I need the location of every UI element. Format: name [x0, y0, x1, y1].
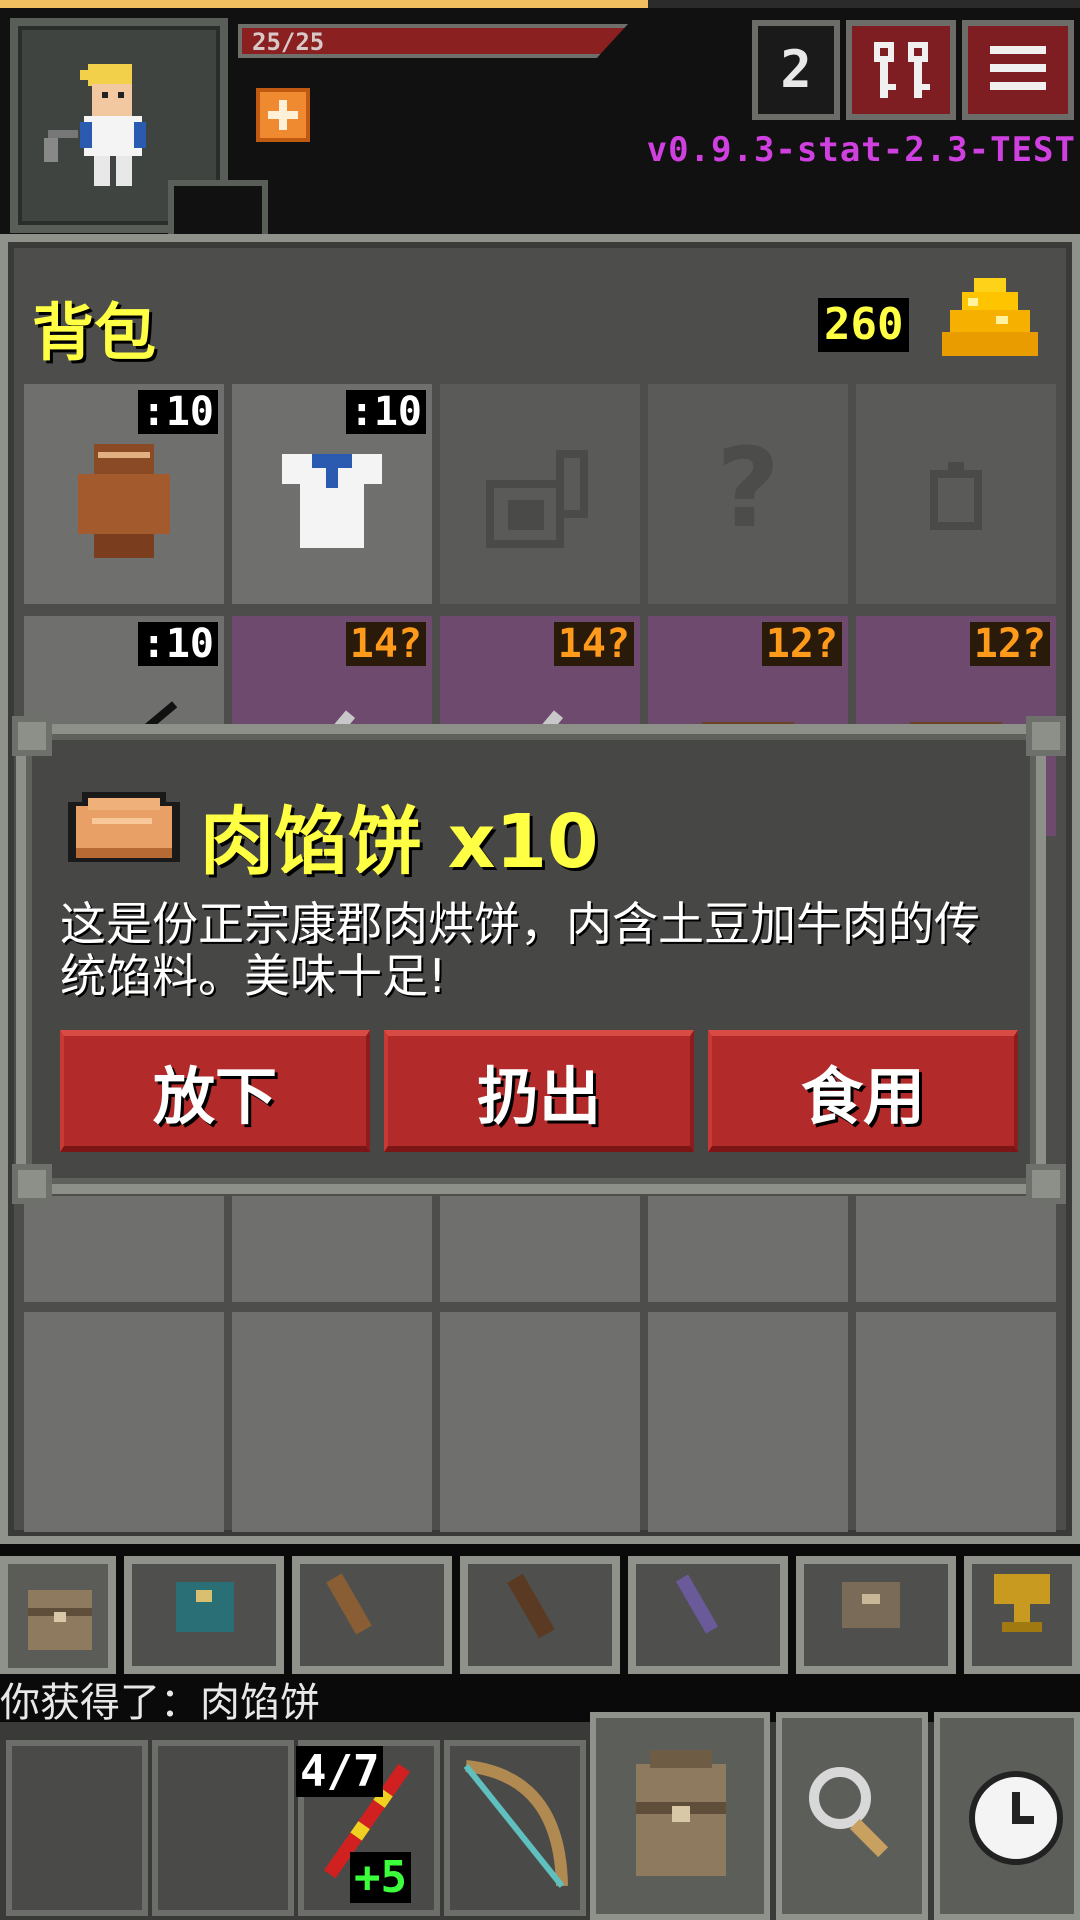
- backpack-title: 背包: [32, 296, 157, 369]
- experience-bar: [0, 0, 648, 8]
- search-icon: [809, 1767, 889, 1858]
- inventory-slot-empty[interactable]: [648, 1196, 848, 1302]
- bow-icon: [463, 1760, 568, 1888]
- inventory-slot-empty[interactable]: [24, 1196, 224, 1302]
- empty-misc-slot-icon: ?: [716, 424, 780, 552]
- drop-button[interactable]: 放下: [60, 1030, 370, 1152]
- gold-count: 260: [818, 298, 910, 352]
- gloves-icon: [78, 444, 170, 558]
- inventory-slot-empty[interactable]: [232, 1196, 432, 1302]
- slot-level-label: :10: [137, 622, 218, 666]
- empty-artifact-slot-icon: [486, 450, 588, 548]
- inventory-slot-gloves[interactable]: :10: [24, 384, 224, 604]
- cloth-armor-icon: [282, 454, 382, 548]
- version-label: v0.9.3-stat-2.3-TEST: [646, 130, 1076, 170]
- inventory-slot-ring-empty[interactable]: [856, 384, 1056, 604]
- tab-backpack[interactable]: [0, 1556, 116, 1676]
- tab-velvet-pouch[interactable]: [796, 1556, 956, 1674]
- quickslot-bonus-label: +5: [350, 1852, 411, 1903]
- inventory-button[interactable]: [590, 1712, 770, 1920]
- slot-strength-label: 14?: [345, 622, 426, 666]
- slot-strength-label: 12?: [969, 622, 1050, 666]
- experience-bar-track: [648, 0, 1080, 8]
- gold-pile-icon: [942, 278, 1038, 356]
- inventory-slot-misc-empty[interactable]: ?: [648, 384, 848, 604]
- inventory-slot-empty[interactable]: [24, 1312, 224, 1532]
- inventory-slot-empty[interactable]: [232, 1312, 432, 1532]
- item-title: 肉馅饼 x10: [200, 799, 599, 885]
- trophy-tab-icon: [994, 1574, 1050, 1632]
- potion-bandolier-tab-icon: [675, 1574, 719, 1634]
- throw-button[interactable]: 扔出: [384, 1030, 694, 1152]
- item-description: 这是份正宗康郡肉烘饼，内含土豆加牛肉的传统馅料。美味十足!: [60, 897, 980, 1003]
- backpack-tab-icon: [28, 1590, 92, 1650]
- wait-clock-icon: [969, 1771, 1063, 1865]
- healing-buff-icon[interactable]: [256, 88, 310, 142]
- dialog-corner: [12, 1164, 52, 1204]
- journal-button[interactable]: [846, 20, 956, 120]
- tab-potion-bandolier[interactable]: [628, 1556, 788, 1674]
- meat-pie-icon: [68, 792, 180, 862]
- velvet-pouch-tab-icon: [842, 1582, 900, 1628]
- menu-button[interactable]: [962, 20, 1074, 120]
- quickslot-empty[interactable]: [6, 1740, 148, 1916]
- quickslot-charge-label: 4/7: [296, 1746, 384, 1797]
- health-text: 25/25: [252, 28, 325, 56]
- tab-scroll-holder[interactable]: [292, 1556, 452, 1674]
- slot-level-label: :10: [137, 390, 218, 434]
- inventory-slot-empty[interactable]: [648, 1312, 848, 1532]
- keys-icon: [874, 42, 930, 98]
- inventory-slot-artifact-empty[interactable]: [440, 384, 640, 604]
- slot-level-label: :10: [345, 390, 426, 434]
- inventory-slot-empty[interactable]: [856, 1196, 1056, 1302]
- quickslot-empty[interactable]: [152, 1740, 294, 1916]
- inventory-slot-empty[interactable]: [440, 1312, 640, 1532]
- health-bar: 25/25: [238, 24, 628, 58]
- wand-holster-tab-icon: [507, 1573, 555, 1639]
- quickslot-bow[interactable]: [444, 1740, 586, 1916]
- inventory-slot-cloth-armor[interactable]: :10: [232, 384, 432, 604]
- eat-button[interactable]: 食用: [708, 1030, 1018, 1152]
- tab-seed-pouch[interactable]: [124, 1556, 284, 1674]
- wait-button[interactable]: [934, 1712, 1080, 1920]
- hero-level-badge: [168, 180, 268, 240]
- tab-wand-holster[interactable]: [460, 1556, 620, 1674]
- search-button[interactable]: [776, 1712, 928, 1920]
- inventory-slot-empty[interactable]: [440, 1196, 640, 1302]
- depth-text: 2: [780, 40, 812, 100]
- scroll-holder-tab-icon: [326, 1573, 372, 1635]
- backpack-icon: [636, 1750, 726, 1876]
- dialog-corner: [1026, 716, 1066, 756]
- empty-ring-slot-icon: [930, 462, 982, 530]
- tab-trophy[interactable]: [964, 1556, 1080, 1674]
- seed-pouch-tab-icon: [176, 1582, 234, 1632]
- dialog-corner: [1026, 1164, 1066, 1204]
- inventory-slot-empty[interactable]: [856, 1312, 1056, 1532]
- depth-indicator-button[interactable]: 2: [752, 20, 840, 120]
- slot-strength-label: 14?: [553, 622, 634, 666]
- dialog-corner: [12, 716, 52, 756]
- menu-icon: [968, 26, 1068, 114]
- game-log-message: 你获得了：肉馅饼: [0, 1680, 320, 1726]
- slot-strength-label: 12?: [761, 622, 842, 666]
